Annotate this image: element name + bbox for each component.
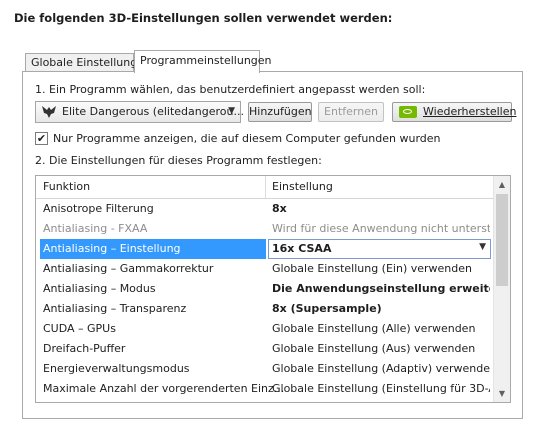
setting-dropdown[interactable]: 16x CSAA ▼ (268, 239, 491, 259)
row-function: Maximale Anzahl der vorgerenderten Einz.… (43, 382, 285, 395)
tab-program-settings[interactable]: Programmeinstellungen (134, 50, 272, 73)
row-function: Antialiasing – Transparenz (43, 302, 187, 315)
row-function: Anisotrope Filterung (43, 202, 154, 215)
scroll-down-icon[interactable]: ▼ (494, 385, 510, 402)
table-row[interactable]: Antialiasing – Gammakorrektur Globale Ei… (40, 259, 494, 279)
row-function: Antialiasing – Gammakorrektur (43, 262, 214, 275)
scrollbar-thumb[interactable] (496, 194, 508, 286)
elite-dangerous-icon (42, 106, 56, 118)
table-row[interactable]: Antialiasing – Modus Die Anwendungseinst… (40, 279, 494, 299)
column-divider[interactable] (265, 176, 266, 198)
settings-table: Funktion Einstellung Anisotrope Filterun… (35, 175, 511, 403)
column-header-setting[interactable]: Einstellung (272, 180, 333, 193)
row-function: Antialiasing - FXAA (43, 222, 148, 235)
table-row[interactable]: Maximale Anzahl der vorgerenderten Einz.… (40, 379, 494, 399)
add-program-button[interactable]: Hinzufügen (248, 102, 312, 122)
row-function: Energieverwaltungsmodus (43, 362, 190, 375)
row-setting: Globale Einstellung (Einstellung für 3D-… (272, 382, 490, 395)
column-header-function[interactable]: Funktion (43, 180, 90, 193)
step2-label: 2. Die Einstellungen für dieses Programm… (35, 154, 322, 167)
row-setting: Globale Einstellung (Ein) verwenden (272, 262, 472, 275)
chevron-down-icon: ▼ (228, 106, 235, 116)
table-row[interactable]: CUDA – GPUs Globale Einstellung (Alle) v… (40, 319, 494, 339)
show-installed-only-label: Nur Programme anzeigen, die auf diesem C… (53, 132, 441, 145)
table-row[interactable]: Antialiasing - FXAA Wird für diese Anwen… (40, 219, 494, 239)
row-setting: Die Anwendungseinstellung erweitern (272, 282, 490, 295)
row-setting: Globale Einstellung (Alle) verwenden (272, 322, 476, 335)
show-installed-only-checkbox[interactable]: ✔ (35, 132, 48, 145)
step1-label: 1. Ein Programm wählen, das benutzerdefi… (35, 83, 426, 96)
row-setting: Globale Einstellung (Adaptiv) verwenden (272, 362, 490, 375)
nvidia-logo-icon (399, 106, 417, 118)
tab-global-settings[interactable]: Globale Einstellungen (25, 53, 151, 72)
page-heading: Die folgenden 3D-Einstellungen sollen ve… (14, 11, 393, 25)
table-row[interactable]: Dreifach-Puffer Globale Einstellung (Aus… (40, 339, 494, 359)
row-function: Dreifach-Puffer (43, 342, 126, 355)
table-row-selected[interactable]: Antialiasing – Einstellung 16x CSAA ▼ (40, 239, 494, 259)
row-function: CUDA – GPUs (43, 322, 116, 335)
row-setting: 8x (272, 202, 287, 215)
scroll-up-icon[interactable]: ▲ (494, 176, 510, 193)
row-setting: Globale Einstellung (Aus) verwenden (272, 342, 476, 355)
table-row[interactable]: Energieverwaltungsmodus Globale Einstell… (40, 359, 494, 379)
row-function: Antialiasing – Modus (43, 282, 156, 295)
setting-dropdown-value: 16x CSAA (272, 242, 332, 255)
restore-button[interactable]: Wiederherstellen (392, 102, 516, 122)
restore-button-label: Wiederherstellen (423, 105, 517, 118)
program-select[interactable]: Elite Dangerous (elitedangerou... ▼ (35, 101, 244, 123)
chevron-down-icon: ▼ (479, 242, 486, 252)
table-header: Funktion Einstellung (36, 176, 494, 199)
table-row[interactable]: Anisotrope Filterung 8x (40, 199, 494, 219)
row-setting: Wird für diese Anwendung nicht unterstüt… (272, 222, 490, 235)
row-setting: 8x (Supersample) (272, 302, 382, 315)
program-settings-panel: 1. Ein Programm wählen, das benutzerdefi… (22, 71, 523, 419)
row-function: Antialiasing – Einstellung (40, 239, 266, 259)
vertical-scrollbar[interactable]: ▲ ▼ (493, 176, 510, 402)
remove-program-button[interactable]: Entfernen (318, 102, 384, 122)
table-row[interactable]: Antialiasing – Transparenz 8x (Supersamp… (40, 299, 494, 319)
program-select-value: Elite Dangerous (elitedangerou... (62, 105, 244, 118)
